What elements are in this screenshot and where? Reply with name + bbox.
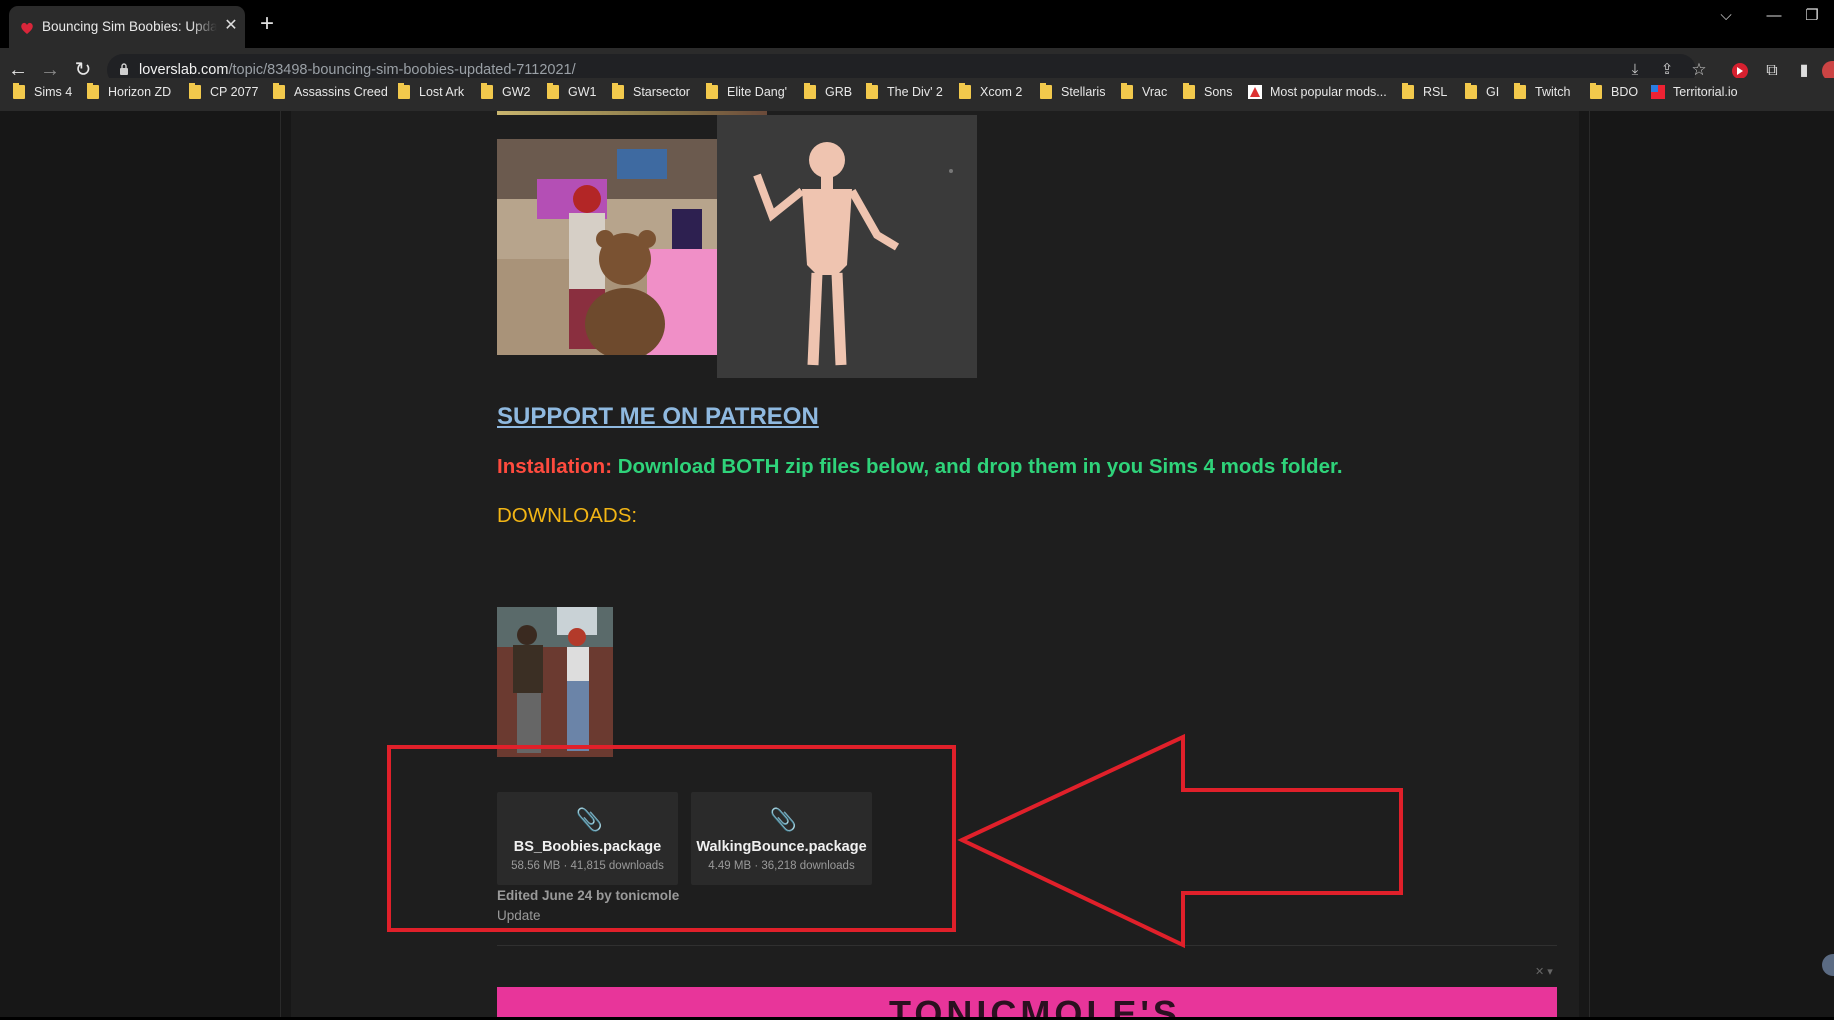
paperclip-icon: 📎: [769, 807, 797, 832]
bookmark-item[interactable]: Starsector: [612, 78, 690, 106]
bookmark-item[interactable]: GW2: [481, 78, 530, 106]
site-favicon-icon: [21, 22, 33, 34]
attachment-name[interactable]: BS_Boobies.package: [497, 839, 678, 855]
folder-icon: [706, 83, 718, 99]
folder-icon: [804, 83, 816, 99]
edited-note: Edited June 24 by tonicmole: [497, 888, 680, 903]
folder-icon: [481, 83, 493, 99]
paperclip-icon: 📎: [575, 807, 603, 832]
bookmark-item[interactable]: GI: [1465, 78, 1499, 106]
folder-icon: [612, 83, 624, 99]
tab-strip: Bouncing Sim Boobies: Updated 7/11/2021 …: [0, 0, 1834, 48]
edit-reason: Update: [497, 908, 541, 923]
folder-icon: [1183, 83, 1195, 99]
installation-text: Download BOTH zip files below, and drop …: [612, 455, 1343, 478]
site-favicon-icon: [1651, 85, 1665, 99]
folder-icon: [398, 83, 410, 99]
share-icon[interactable]: ⇪: [1657, 60, 1677, 80]
minimize-icon[interactable]: —: [1762, 4, 1786, 28]
bookmark-item[interactable]: BDO: [1590, 78, 1638, 106]
installation-instructions: Installation: Download BOTH zip files be…: [497, 455, 1343, 479]
bookmark-item[interactable]: GRB: [804, 78, 852, 106]
restore-icon[interactable]: ❐: [1800, 4, 1824, 28]
bookmark-item[interactable]: Assassins Creed: [273, 78, 388, 106]
url-text[interactable]: loverslab.com/topic/83498-bouncing-sim-b…: [139, 62, 576, 78]
folder-icon: [547, 83, 559, 99]
page-content[interactable]: SUPPORT ME ON PATREON Installation: Down…: [0, 111, 1834, 1017]
bookmark-item[interactable]: GW1: [547, 78, 596, 106]
post-image-model[interactable]: [717, 115, 977, 378]
bookmark-item[interactable]: RSL: [1402, 78, 1447, 106]
bookmark-item[interactable]: CP 2077: [189, 78, 258, 106]
folder-icon: [1121, 83, 1133, 99]
patreon-link[interactable]: SUPPORT ME ON PATREON: [497, 403, 819, 431]
folder-icon: [87, 83, 99, 99]
bookmark-item[interactable]: Twitch: [1514, 78, 1570, 106]
ad-close-icon[interactable]: ✕ ▾: [1535, 965, 1553, 978]
bookmark-item[interactable]: Vrac: [1121, 78, 1167, 106]
attachment-card[interactable]: 📎 BS_Boobies.package 58.56 MB · 41,815 d…: [497, 792, 678, 885]
url-path: /topic/83498-bouncing-sim-boobies-update…: [228, 62, 576, 78]
folder-icon: [13, 83, 25, 99]
column-divider: [1589, 111, 1590, 1017]
folder-icon: [189, 83, 201, 99]
folder-icon: [1040, 83, 1052, 99]
installation-label: Installation:: [497, 455, 613, 478]
folder-icon: [273, 83, 285, 99]
bookmark-item[interactable]: Most popular mods...: [1248, 78, 1387, 106]
lock-icon[interactable]: [119, 63, 129, 75]
folder-icon: [1465, 83, 1477, 99]
bookmark-item[interactable]: The Div' 2: [866, 78, 943, 106]
attachment-meta: 58.56 MB · 41,815 downloads: [511, 860, 664, 872]
bookmark-item[interactable]: Sons: [1183, 78, 1233, 106]
scroll-to-top-button[interactable]: [1822, 954, 1834, 976]
tab-search-icon[interactable]: ⌵: [1714, 4, 1738, 28]
folder-icon: [1514, 83, 1526, 99]
folder-icon: [1590, 83, 1602, 99]
divider: [497, 945, 1557, 946]
bookmark-item[interactable]: Lost Ark: [398, 78, 464, 106]
site-favicon-icon: [1248, 85, 1262, 99]
forum-post: SUPPORT ME ON PATREON Installation: Down…: [291, 111, 1579, 1017]
bookmark-item[interactable]: Stellaris: [1040, 78, 1105, 106]
column-divider: [280, 111, 281, 1017]
bookmark-item[interactable]: Xcom 2: [959, 78, 1022, 106]
downloads-heading: DOWNLOADS:: [497, 504, 638, 527]
bookmark-item[interactable]: Sims 4: [13, 78, 72, 106]
url-host: loverslab.com: [139, 62, 229, 78]
tab-title: Bouncing Sim Boobies: Updated 7/11/2021: [42, 19, 217, 34]
folder-icon: [1402, 83, 1414, 99]
promo-banner[interactable]: TONICMOLE'S: [497, 987, 1557, 1017]
attachment-name[interactable]: WalkingBounce.package: [691, 839, 872, 855]
new-tab-button[interactable]: +: [254, 12, 280, 38]
bookmarks-bar: Sims 4 Horizon ZD CP 2077 Assassins Cree…: [0, 78, 1834, 111]
tab-close-icon[interactable]: ✕: [221, 16, 241, 36]
attachment-meta: 4.49 MB · 36,218 downloads: [708, 860, 855, 872]
attachment-card[interactable]: 📎 WalkingBounce.package 4.49 MB · 36,218…: [691, 792, 872, 885]
folder-icon: [959, 83, 971, 99]
bookmark-item[interactable]: Territorial.io: [1651, 78, 1738, 106]
browser-tab-active[interactable]: Bouncing Sim Boobies: Updated 7/11/2021 …: [9, 6, 245, 48]
bookmark-item[interactable]: Elite Dang': [706, 78, 787, 106]
folder-icon: [866, 83, 878, 99]
post-image-bedroom[interactable]: [497, 139, 717, 355]
banner-title: TONICMOLE'S: [889, 993, 1181, 1017]
bookmark-star-icon[interactable]: ☆: [1689, 60, 1709, 80]
bookmark-item[interactable]: Horizon ZD: [87, 78, 171, 106]
install-app-icon[interactable]: ⤓: [1625, 60, 1645, 80]
post-image-thumbnail[interactable]: [497, 607, 613, 757]
